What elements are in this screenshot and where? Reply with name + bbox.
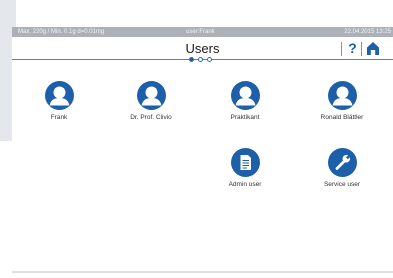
page-dot[interactable] [189,57,194,62]
user-tile-dr-prof-clivio[interactable]: Dr. Prof. Clivio [111,81,191,125]
current-user: user:Frank [186,29,215,35]
user-avatar-icon [231,81,260,110]
home-button[interactable] [366,41,380,56]
document-icon [231,148,260,177]
page-dot[interactable] [198,57,203,62]
user-tile-ronald-blattler[interactable]: Ronald Blättler [302,81,382,125]
user-tile-frank[interactable]: Frank [19,81,99,125]
balance-screen: Max. 220g / Min. 0.1g d=0.01mg user:Fran… [12,27,393,278]
wrench-icon [328,148,357,177]
page-dot[interactable] [207,57,212,62]
user-tile-praktikant[interactable]: Praktikant [205,81,285,125]
user-label: Ronald Blättler [320,114,364,121]
divider [361,42,362,56]
page-indicator[interactable] [189,57,221,63]
weighing-limits: Max. 220g / Min. 0.1g d=0.01mg [18,29,105,35]
page-title: Users [185,41,220,56]
user-avatar-icon [45,81,74,110]
help-button[interactable]: ? [346,40,359,57]
action-label: Admin user [228,181,262,188]
user-label: Praktikant [230,114,260,121]
user-label: Frank [50,114,68,121]
status-bar: Max. 220g / Min. 0.1g d=0.01mg user:Fran… [12,27,393,37]
home-icon [367,42,379,55]
user-label: Dr. Prof. Clivio [130,114,172,121]
service-user-button[interactable]: Service user [302,148,382,192]
admin-user-button[interactable]: Admin user [205,148,285,192]
bottom-edge [12,271,393,273]
user-avatar-icon [137,81,166,110]
date-time: 22.04.2015 13:25 [344,29,391,35]
action-label: Service user [323,181,361,188]
divider [341,42,342,56]
user-avatar-icon [328,81,357,110]
